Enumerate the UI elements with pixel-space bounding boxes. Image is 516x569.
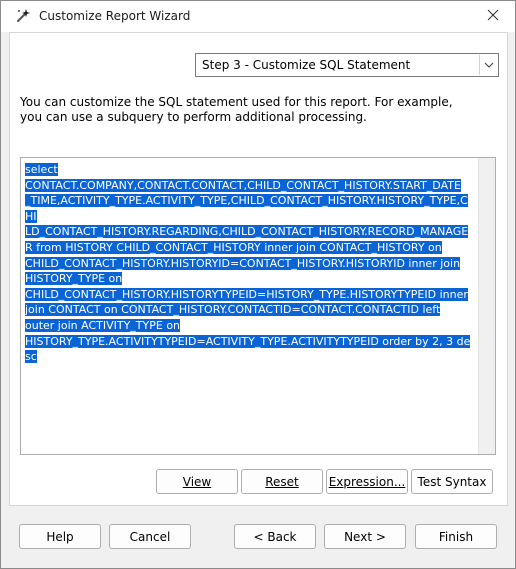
help-button-label: Help bbox=[46, 529, 74, 544]
title-bar[interactable]: Customize Report Wizard bbox=[1, 1, 515, 32]
reset-button-label: Reset bbox=[265, 474, 299, 489]
sql-line: CHILD_CONTACT_HISTORY.HISTORYID=CONTACT_… bbox=[25, 256, 461, 270]
cancel-button-label: Cancel bbox=[129, 529, 171, 544]
sql-line: join CONTACT on CONTACT_HISTORY.CONTACTI… bbox=[25, 303, 441, 317]
sql-line: _TIME,ACTIVITY_TYPE.ACTIVITY_TYPE,CHILD_… bbox=[25, 194, 468, 223]
finish-button[interactable]: Finish bbox=[415, 524, 497, 549]
sql-line: LD_CONTACT_HISTORY.REGARDING,CHILD_CONTA… bbox=[25, 225, 469, 239]
finish-button-label: Finish bbox=[438, 529, 474, 544]
view-button-label: View bbox=[182, 474, 212, 489]
test-syntax-button[interactable]: Test Syntax bbox=[411, 469, 493, 494]
sql-line: select bbox=[25, 163, 58, 176]
step-dropdown-value: Step 3 - Customize SQL Statement bbox=[202, 58, 411, 72]
description-text: You can customize the SQL statement used… bbox=[20, 95, 453, 124]
close-button[interactable] bbox=[471, 1, 515, 32]
sql-editor-scrollbar[interactable] bbox=[478, 158, 495, 454]
next-button-label: Next > bbox=[344, 529, 386, 544]
expression-button[interactable]: Expression... bbox=[326, 469, 408, 494]
view-button[interactable]: View bbox=[156, 469, 238, 494]
window-title: Customize Report Wizard bbox=[39, 9, 191, 23]
wizard-wand-icon bbox=[15, 8, 31, 24]
sql-editor[interactable]: select CONTACT.COMPANY,CONTACT.CONTACT,CH… bbox=[20, 157, 496, 455]
next-button[interactable]: Next > bbox=[324, 524, 406, 549]
expression-button-label: Expression... bbox=[328, 474, 406, 489]
sql-line: CHILD_CONTACT_HISTORY.HISTORYTYPEID=HIST… bbox=[25, 287, 468, 301]
chevron-down-icon[interactable] bbox=[479, 55, 497, 75]
sql-line: HISTORY_TYPE.ACTIVITYTYPEID=ACTIVITY_TYP… bbox=[25, 334, 471, 364]
sql-line: R from HISTORY CHILD_CONTACT_HISTORY inn… bbox=[25, 240, 442, 254]
reset-button[interactable]: Reset bbox=[241, 469, 323, 494]
sql-line: HISTORY_TYPE on bbox=[25, 272, 123, 286]
wizard-window: Customize Report Wizard Step 3 - Customi… bbox=[0, 0, 516, 569]
step-dropdown[interactable]: Step 3 - Customize SQL Statement bbox=[195, 53, 499, 77]
back-button-label: < Back bbox=[253, 529, 297, 544]
sql-statement-text[interactable]: select CONTACT.COMPANY,CONTACT.CONTACT,CH… bbox=[25, 162, 475, 365]
sql-line: outer join ACTIVITY_TYPE on bbox=[25, 318, 181, 332]
wizard-panel: Step 3 - Customize SQL Statement You can… bbox=[9, 32, 508, 506]
back-button[interactable]: < Back bbox=[234, 524, 316, 549]
test-syntax-button-label: Test Syntax bbox=[417, 474, 487, 489]
close-icon bbox=[487, 9, 499, 24]
sql-line: CONTACT.COMPANY,CONTACT.CONTACT,CHILD_CO… bbox=[25, 178, 461, 192]
cancel-button[interactable]: Cancel bbox=[109, 524, 191, 549]
help-button[interactable]: Help bbox=[19, 524, 101, 549]
